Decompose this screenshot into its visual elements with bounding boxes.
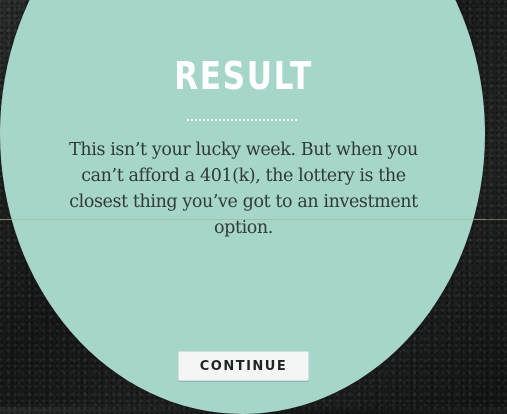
title-divider [187,119,297,121]
result-content: RESULT This isn’t your lucky week. But w… [0,0,485,407]
result-title: RESULT [174,54,313,98]
result-message: This isn’t your lucky week. But when you… [69,140,418,238]
continue-button[interactable]: CONTINUE [178,351,309,381]
